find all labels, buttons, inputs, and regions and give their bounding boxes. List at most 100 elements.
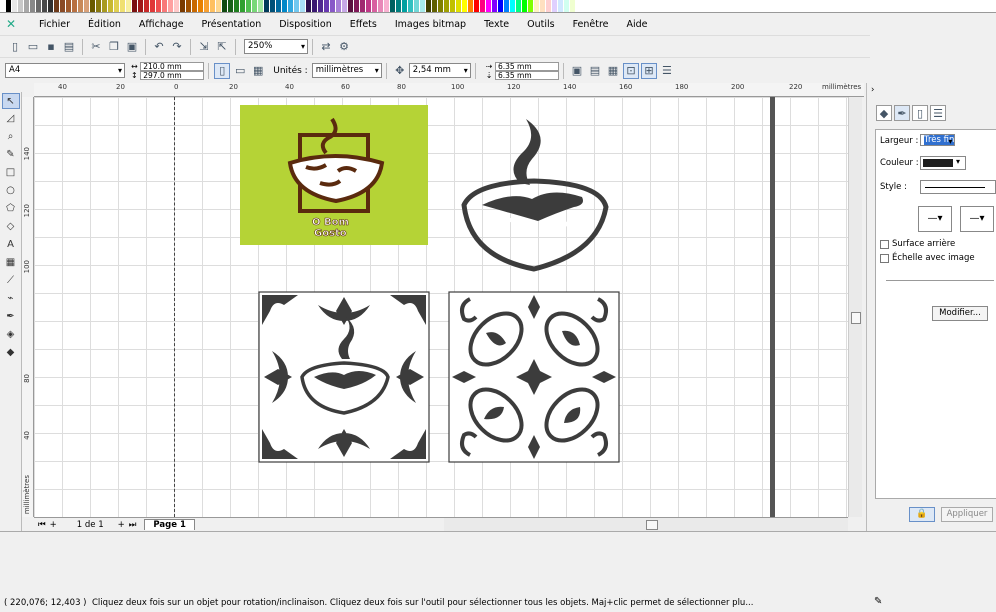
menu-bar: ✕ Fichier Édition Affichage Présentation… [0,13,996,35]
undo-icon[interactable]: ↶ [151,39,167,55]
menu-texte[interactable]: Texte [475,19,518,30]
open-folder-icon[interactable]: ▭ [25,39,41,55]
page-tab[interactable]: Page 1 [144,519,195,530]
horizontal-ruler[interactable]: 40 20 0 20 40 60 80 100 120 140 160 180 … [34,83,864,97]
snap-icon[interactable]: ⇄ [318,39,334,55]
app-icon[interactable]: ✕ [6,15,26,33]
nudge-field[interactable]: 2,54 mm [408,63,471,78]
logo-artwork[interactable]: O Bom Gosto [240,105,428,245]
tile-pattern-artwork[interactable] [448,291,620,463]
general-tab-icon[interactable]: ▯ [912,105,928,121]
page-layout-icon[interactable]: ▦ [250,63,266,79]
basic-shapes-icon[interactable]: ◇ [2,219,20,235]
redo-icon[interactable]: ↷ [169,39,185,55]
scroll-thumb[interactable] [646,520,658,530]
polygon-tool-icon[interactable]: ⬠ [2,201,20,217]
units-combo[interactable]: millimètres [311,63,382,78]
guideline[interactable] [174,97,175,517]
portrait-icon[interactable]: ▯ [214,62,231,79]
color-palette[interactable] [0,0,996,13]
paste-icon[interactable]: ▣ [124,39,140,55]
summary-tab-icon[interactable]: ☰ [930,105,946,121]
surface-arriere-checkbox[interactable] [880,240,889,249]
lock-icon[interactable]: 🔒 [909,507,935,522]
snap-objects-icon[interactable]: ⊡ [622,62,639,79]
docker-tabs: ◆ ✒ ▯ ☰ [875,105,947,121]
ruler-label: 220 [789,83,803,91]
select-all-icon[interactable]: ▦ [605,63,621,79]
import-icon[interactable]: ⇲ [196,39,212,55]
zoom-tool-icon[interactable]: ⌕ [2,129,20,145]
text-tool-icon[interactable]: A [2,237,20,253]
couleur-swatch [923,159,953,167]
page-dimensions: ↔ 210.0 mm ↕ 297.0 mm [131,61,205,80]
end-arrow-combo[interactable]: —▾ [960,206,994,232]
ellipse-tool-icon[interactable]: ○ [2,183,20,199]
options-icon[interactable]: ⚙ [336,39,352,55]
paper-size-combo[interactable]: A4 [5,63,125,78]
outline-tab-icon[interactable]: ✒ [894,105,910,121]
draw-objects-icon[interactable]: ▤ [587,63,603,79]
dimension-tool-icon[interactable]: ⟋ [2,273,20,289]
dynamic-guides-icon[interactable]: ⊞ [640,62,657,79]
largeur-combo[interactable]: Très fin [920,134,956,146]
scroll-thumb[interactable] [851,312,861,324]
fill-tab-icon[interactable]: ◆ [876,105,892,121]
menu-fichier[interactable]: Fichier [30,19,79,30]
echelle-checkbox[interactable] [880,254,889,263]
menu-edition[interactable]: Édition [79,19,130,30]
page-height-field[interactable]: 297.0 mm [140,70,205,80]
couleur-picker[interactable]: ▾ [920,156,966,170]
chevron-down-icon: ▾ [956,157,961,166]
menu-disposition[interactable]: Disposition [270,19,341,30]
tile-bowl-artwork[interactable] [258,291,430,463]
appliquer-button[interactable]: Appliquer [941,507,993,522]
outline-tool-icon[interactable]: ✒ [2,309,20,325]
save-icon[interactable]: ▪ [43,39,59,55]
copy-icon[interactable]: ❐ [106,39,122,55]
line-style-combo[interactable] [920,180,996,194]
menu-affichage[interactable]: Affichage [130,19,193,30]
ruler-label: 140 [23,147,31,161]
palette-swatch[interactable] [570,0,576,12]
fill-tool-icon[interactable]: ◈ [2,327,20,343]
vertical-ruler[interactable]: 140 120 100 80 40 millimètres [22,97,34,517]
add-page-icon[interactable]: + [50,520,57,530]
dup-y-field[interactable]: 6.35 mm [494,70,559,80]
interactive-fill-icon[interactable]: ◆ [2,345,20,361]
zoom-combo[interactable]: 250% [244,39,308,54]
menu-fenetre[interactable]: Fenêtre [564,19,618,30]
freehand-tool-icon[interactable]: ✎ [2,147,20,163]
largeur-label: Largeur : [880,136,919,146]
bowl-artwork[interactable] [454,105,614,275]
docker-pin-icon[interactable]: › [871,85,874,95]
shape-tool-icon[interactable]: ◿ [2,111,20,127]
start-arrow-combo[interactable]: —▾ [918,206,952,232]
rectangle-tool-icon[interactable]: □ [2,165,20,181]
vertical-scrollbar[interactable] [848,97,862,517]
menu-effets[interactable]: Effets [341,19,386,30]
modifier-button[interactable]: Modifier... [932,306,988,321]
menu-aide[interactable]: Aide [618,19,657,30]
landscape-icon[interactable]: ▭ [232,63,248,79]
menu-images-bitmap[interactable]: Images bitmap [386,19,475,30]
first-page-icon[interactable]: ⏮ [38,520,46,530]
pick-tool-icon[interactable]: ↖ [1,93,20,109]
new-document-icon[interactable]: ▯ [7,39,23,55]
cut-icon[interactable]: ✂ [88,39,104,55]
separator [235,38,236,55]
add-page-after-icon[interactable]: + [118,520,125,530]
menu-presentation[interactable]: Présentation [193,19,271,30]
horizontal-scrollbar[interactable] [444,517,848,531]
export-icon[interactable]: ⇱ [214,39,230,55]
drawing-canvas[interactable]: O Bom Gosto [34,97,848,517]
print-icon[interactable]: ▤ [61,39,77,55]
page-width-field[interactable]: 210.0 mm [140,61,205,71]
options-list-icon[interactable]: ☰ [659,63,675,79]
menu-outils[interactable]: Outils [518,19,563,30]
table-tool-icon[interactable]: ▦ [2,255,20,271]
treat-as-filled-icon[interactable]: ▣ [569,63,585,79]
last-page-icon[interactable]: ⏭ [129,520,137,530]
dup-x-field[interactable]: 6.35 mm [494,61,559,71]
eyedropper-tool-icon[interactable]: ⌁ [2,291,20,307]
